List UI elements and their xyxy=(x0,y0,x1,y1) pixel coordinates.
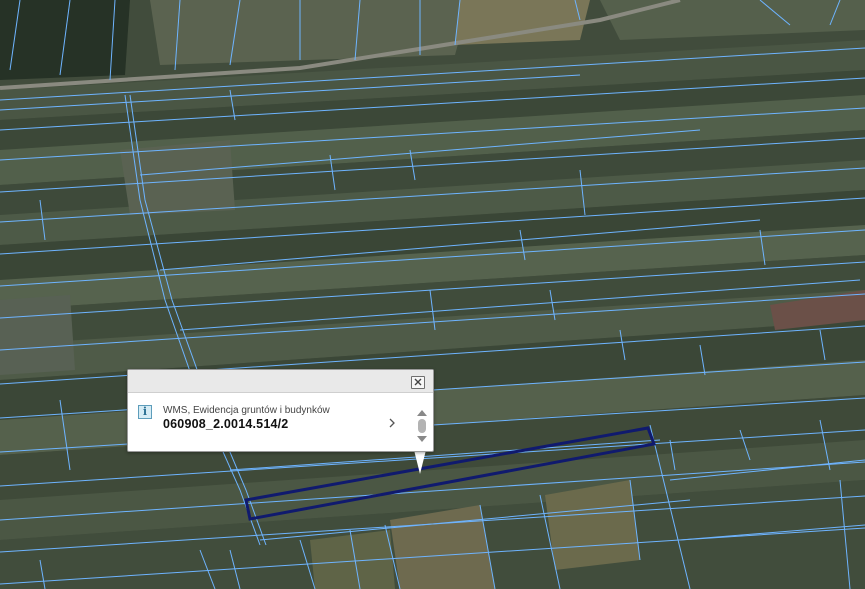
info-icon: i xyxy=(138,405,152,419)
parcel-id: 060908_2.0014.514/2 xyxy=(163,417,289,431)
aerial-map[interactable] xyxy=(0,0,865,589)
popup-pointer xyxy=(414,450,426,474)
layer-name: WMS, Ewidencja gruntów i budynków xyxy=(163,405,330,416)
scroll-down-icon[interactable] xyxy=(417,436,427,442)
scroll-up-icon[interactable] xyxy=(417,410,427,416)
feature-info-popup: i WMS, Ewidencja gruntów i budynków 0609… xyxy=(127,369,434,452)
scroll-thumb[interactable] xyxy=(418,419,426,433)
field-strips xyxy=(0,0,865,589)
popup-scrollbar[interactable] xyxy=(416,410,428,446)
popup-header xyxy=(128,370,433,393)
chevron-right-icon[interactable] xyxy=(387,417,397,429)
close-icon[interactable] xyxy=(411,376,425,389)
